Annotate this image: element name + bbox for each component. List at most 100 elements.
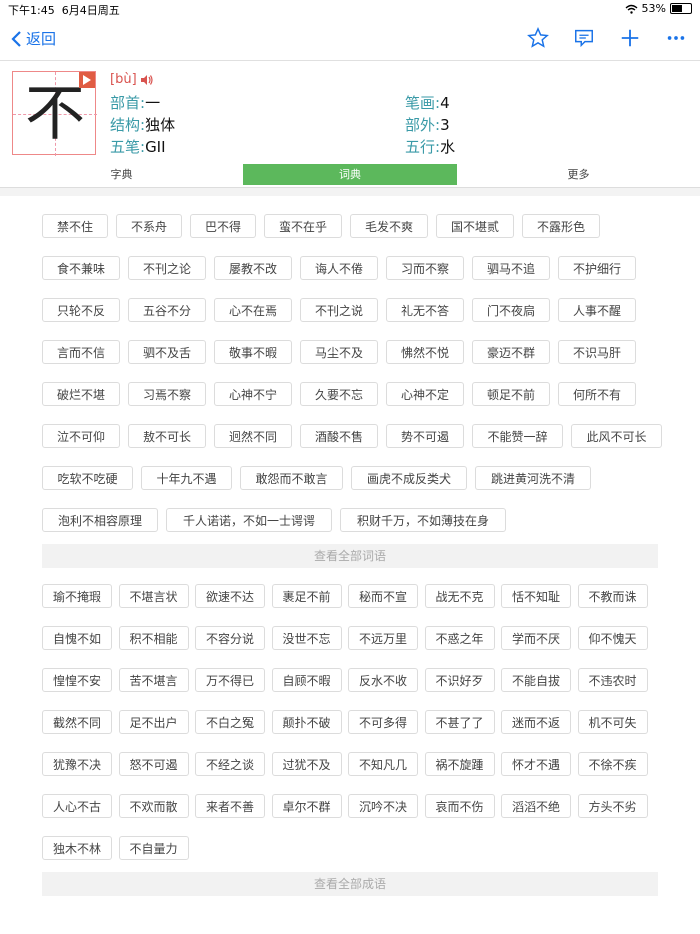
idiom-chip[interactable]: 不容分说 xyxy=(195,626,265,650)
tab-words[interactable]: 词典 xyxy=(243,164,457,185)
idiom-chip[interactable]: 不可多得 xyxy=(348,710,418,734)
idiom-chip[interactable]: 不能自拔 xyxy=(501,668,571,692)
idiom-chip[interactable]: 怀才不遇 xyxy=(501,752,571,776)
word-chip[interactable]: 势不可遏 xyxy=(386,424,464,448)
idiom-chip[interactable]: 迷而不返 xyxy=(501,710,571,734)
word-chip[interactable]: 毛发不爽 xyxy=(350,214,428,238)
idiom-chip[interactable]: 不识好歹 xyxy=(424,668,495,692)
more-icon[interactable] xyxy=(664,26,688,50)
idiom-chip[interactable]: 不甚了了 xyxy=(424,710,495,734)
idiom-chip[interactable]: 怒不可遏 xyxy=(118,752,189,776)
word-chip[interactable]: 心神不定 xyxy=(386,382,464,406)
word-chip[interactable]: 跳进黄河洗不清 xyxy=(475,466,591,490)
idiom-chip[interactable]: 哀而不伤 xyxy=(424,794,495,818)
word-chip[interactable]: 敢怨而不敢言 xyxy=(240,466,343,490)
word-chip[interactable]: 千人诺诺，不如一士谔谔 xyxy=(166,508,332,532)
idiom-chip[interactable]: 足不出户 xyxy=(118,710,189,734)
comment-icon[interactable] xyxy=(572,26,596,50)
idiom-chip[interactable]: 学而不厌 xyxy=(501,626,571,650)
idiom-chip[interactable]: 自愧不如 xyxy=(42,626,112,650)
idiom-chip[interactable]: 过犹不及 xyxy=(271,752,342,776)
idiom-chip[interactable]: 机不可失 xyxy=(577,710,648,734)
word-chip[interactable]: 不系舟 xyxy=(116,214,182,238)
idiom-chip[interactable]: 秘而不宣 xyxy=(348,584,418,608)
plus-icon[interactable] xyxy=(618,26,642,50)
word-chip[interactable]: 只轮不反 xyxy=(42,298,120,322)
word-chip[interactable]: 不能赞一辞 xyxy=(472,424,563,448)
tab-more[interactable]: 更多 xyxy=(457,164,700,185)
word-chip[interactable]: 言而不信 xyxy=(42,340,120,364)
idiom-chip[interactable]: 截然不同 xyxy=(42,710,112,734)
idiom-chip[interactable]: 不白之冤 xyxy=(195,710,265,734)
word-chip[interactable]: 顿足不前 xyxy=(472,382,550,406)
word-chip[interactable]: 酒酸不售 xyxy=(300,424,378,448)
idiom-chip[interactable]: 战无不克 xyxy=(424,584,495,608)
word-chip[interactable]: 马尘不及 xyxy=(300,340,378,364)
word-chip[interactable]: 蛮不在乎 xyxy=(264,214,342,238)
idiom-chip[interactable]: 自顾不暇 xyxy=(271,668,342,692)
idiom-chip[interactable]: 不违农时 xyxy=(577,668,648,692)
idiom-chip[interactable]: 不经之谈 xyxy=(195,752,265,776)
idiom-chip[interactable]: 反水不收 xyxy=(348,668,418,692)
word-chip[interactable]: 心不在焉 xyxy=(214,298,292,322)
word-chip[interactable]: 不刊之说 xyxy=(300,298,378,322)
word-chip[interactable]: 习焉不察 xyxy=(128,382,206,406)
idiom-chip[interactable]: 仰不愧天 xyxy=(577,626,648,650)
word-chip[interactable]: 诲人不倦 xyxy=(300,256,378,280)
idiom-chip[interactable]: 颠扑不破 xyxy=(271,710,342,734)
idiom-chip[interactable]: 不堪言状 xyxy=(118,584,189,608)
view-all-words-button[interactable]: 查看全部词语 xyxy=(42,544,658,568)
idiom-chip[interactable]: 卓尔不群 xyxy=(271,794,342,818)
idiom-chip[interactable]: 沉吟不决 xyxy=(348,794,418,818)
word-chip[interactable]: 敬事不暇 xyxy=(214,340,292,364)
word-chip[interactable]: 破烂不堪 xyxy=(42,382,120,406)
idiom-chip[interactable]: 方头不劣 xyxy=(577,794,648,818)
star-icon[interactable] xyxy=(526,26,550,50)
word-chip[interactable]: 人事不醒 xyxy=(558,298,636,322)
word-chip[interactable]: 敖不可长 xyxy=(128,424,206,448)
idiom-chip[interactable]: 人心不古 xyxy=(42,794,112,818)
word-chip[interactable]: 怫然不悦 xyxy=(386,340,464,364)
idiom-chip[interactable]: 不自量力 xyxy=(118,836,189,860)
word-chip[interactable]: 不识马肝 xyxy=(558,340,636,364)
word-chip[interactable]: 门不夜扃 xyxy=(472,298,550,322)
word-chip[interactable]: 食不兼味 xyxy=(42,256,120,280)
word-chip[interactable]: 泡利不相容原理 xyxy=(42,508,158,532)
play-icon[interactable] xyxy=(79,72,95,88)
view-all-idioms-button[interactable]: 查看全部成语 xyxy=(42,872,658,896)
word-chip[interactable]: 五谷不分 xyxy=(128,298,206,322)
idiom-chip[interactable]: 不惑之年 xyxy=(424,626,495,650)
word-chip[interactable]: 不护细行 xyxy=(558,256,636,280)
idiom-chip[interactable]: 不知凡几 xyxy=(348,752,418,776)
idiom-chip[interactable]: 不徐不疾 xyxy=(577,752,648,776)
idiom-chip[interactable]: 不远万里 xyxy=(348,626,418,650)
word-chip[interactable]: 迥然不同 xyxy=(214,424,292,448)
word-chip[interactable]: 驷马不追 xyxy=(472,256,550,280)
idiom-chip[interactable]: 独木不林 xyxy=(42,836,112,860)
idiom-chip[interactable]: 滔滔不绝 xyxy=(501,794,571,818)
word-chip[interactable]: 吃软不吃硬 xyxy=(42,466,133,490)
word-chip[interactable]: 心神不宁 xyxy=(214,382,292,406)
idiom-chip[interactable]: 裹足不前 xyxy=(271,584,342,608)
idiom-chip[interactable]: 苦不堪言 xyxy=(118,668,189,692)
word-chip[interactable]: 积财千万，不如薄技在身 xyxy=(340,508,506,532)
word-chip[interactable]: 禁不住 xyxy=(42,214,108,238)
word-chip[interactable]: 此风不可长 xyxy=(571,424,662,448)
back-button[interactable]: 返回 xyxy=(10,28,56,49)
speaker-icon[interactable] xyxy=(140,74,153,85)
idiom-chip[interactable]: 万不得已 xyxy=(195,668,265,692)
idiom-chip[interactable]: 不教而诛 xyxy=(577,584,648,608)
idiom-chip[interactable]: 没世不忘 xyxy=(271,626,342,650)
idiom-chip[interactable]: 积不相能 xyxy=(118,626,189,650)
word-chip[interactable]: 十年九不遇 xyxy=(141,466,232,490)
word-chip[interactable]: 国不堪贰 xyxy=(436,214,514,238)
word-chip[interactable]: 不刊之论 xyxy=(128,256,206,280)
idiom-chip[interactable]: 不欢而散 xyxy=(118,794,189,818)
word-chip[interactable]: 豪迈不群 xyxy=(472,340,550,364)
word-chip[interactable]: 泣不可仰 xyxy=(42,424,120,448)
word-chip[interactable]: 屡教不改 xyxy=(214,256,292,280)
word-chip[interactable]: 久要不忘 xyxy=(300,382,378,406)
word-chip[interactable]: 巴不得 xyxy=(190,214,256,238)
word-chip[interactable]: 何所不有 xyxy=(558,382,636,406)
idiom-chip[interactable]: 犹豫不决 xyxy=(42,752,112,776)
